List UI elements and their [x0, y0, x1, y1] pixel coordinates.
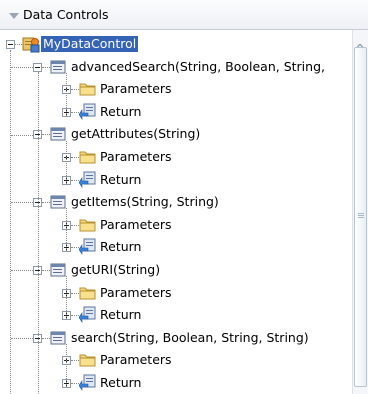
tree-guide-line: [38, 72, 39, 394]
folder-icon: [79, 81, 96, 99]
tree-label-parameters[interactable]: Parameters: [100, 352, 172, 368]
tree-guide-line: [66, 276, 67, 319]
tree-label-method[interactable]: search(String, Boolean, String, String): [71, 330, 309, 346]
method-icon: [50, 59, 66, 78]
tree-node-parameters[interactable]: Parameters: [0, 214, 352, 237]
tree-guide-line: [11, 338, 33, 339]
return-icon: [78, 374, 96, 394]
tree-label-method[interactable]: advancedSearch(String, Boolean, String,: [71, 59, 325, 75]
tree-node-return[interactable]: Return: [0, 372, 352, 394]
tree-guide-line: [66, 141, 67, 184]
tree-label-method[interactable]: getURI(String): [71, 262, 160, 278]
folder-icon: [79, 285, 96, 303]
tree-node-parameters[interactable]: Parameters: [0, 78, 352, 101]
tree-label-return[interactable]: Return: [100, 104, 141, 120]
tree-guide-line: [66, 73, 67, 116]
collapse-toggle[interactable]: [33, 62, 42, 72]
method-icon: [50, 126, 66, 145]
tree-guide-line: [10, 50, 11, 394]
tree-node-method[interactable]: getItems(String, String): [0, 191, 352, 214]
tree-guide-line: [11, 202, 33, 203]
tree-node-return[interactable]: Return: [0, 304, 352, 327]
grip-icon: [358, 215, 364, 216]
folder-icon: [79, 149, 96, 167]
return-icon: [78, 103, 96, 123]
tree-guide-line: [66, 344, 67, 387]
return-icon: [78, 171, 96, 191]
return-icon: [78, 238, 96, 258]
data-controls-header[interactable]: Data Controls: [0, 0, 368, 30]
tree-guide-line: [11, 270, 33, 271]
method-icon: [50, 194, 66, 213]
grip-icon: [358, 217, 364, 218]
tree-label-method[interactable]: getAttributes(String): [71, 126, 200, 142]
tree-guide-line: [66, 208, 67, 251]
tree-node-return[interactable]: Return: [0, 101, 352, 124]
tree-guide-line: [11, 135, 33, 136]
data-control-icon: [22, 35, 40, 56]
tree-label-return[interactable]: Return: [100, 172, 141, 188]
collapse-toggle[interactable]: [6, 40, 15, 49]
tree-node-return[interactable]: Return: [0, 169, 352, 192]
tree-label-parameters[interactable]: Parameters: [100, 285, 172, 301]
return-icon: [78, 306, 96, 326]
method-icon: [50, 330, 66, 349]
tree-node-method[interactable]: search(String, Boolean, String, String): [0, 327, 352, 350]
tree-node-parameters[interactable]: Parameters: [0, 349, 352, 372]
tree-node-parameters[interactable]: Parameters: [0, 282, 352, 305]
tree-label-return[interactable]: Return: [100, 307, 141, 323]
folder-icon: [79, 352, 96, 370]
method-icon: [50, 262, 66, 281]
grip-icon: [358, 213, 364, 214]
scrollbar-thumb[interactable]: [354, 47, 367, 387]
tree-label-method[interactable]: getItems(String, String): [71, 194, 219, 210]
collapse-arrow-icon[interactable]: [9, 13, 19, 19]
tree-guide-line: [11, 67, 33, 68]
tree-node-method[interactable]: getURI(String): [0, 259, 352, 282]
tree-label-root[interactable]: MyDataControl: [41, 36, 139, 52]
tree-label-return[interactable]: Return: [100, 375, 141, 391]
vertical-scrollbar[interactable]: [352, 30, 368, 394]
tree-node-return[interactable]: Return: [0, 236, 352, 259]
scroll-up-arrow-icon[interactable]: [355, 37, 365, 50]
tree-label-parameters[interactable]: Parameters: [100, 149, 172, 165]
tree-label-return[interactable]: Return: [100, 239, 141, 255]
tree-label-parameters[interactable]: Parameters: [100, 217, 172, 233]
tree-node-method[interactable]: getAttributes(String): [0, 123, 352, 146]
tree-node-method[interactable]: advancedSearch(String, Boolean, String,: [0, 56, 352, 79]
tree-node-parameters[interactable]: Parameters: [0, 146, 352, 169]
panel-title: Data Controls: [23, 7, 109, 22]
folder-icon: [79, 217, 96, 235]
data-controls-tree: MyDataControl advancedSearch(String, Boo…: [0, 30, 352, 394]
tree-label-parameters[interactable]: Parameters: [100, 81, 172, 97]
tree-node-root[interactable]: MyDataControl: [0, 33, 352, 56]
